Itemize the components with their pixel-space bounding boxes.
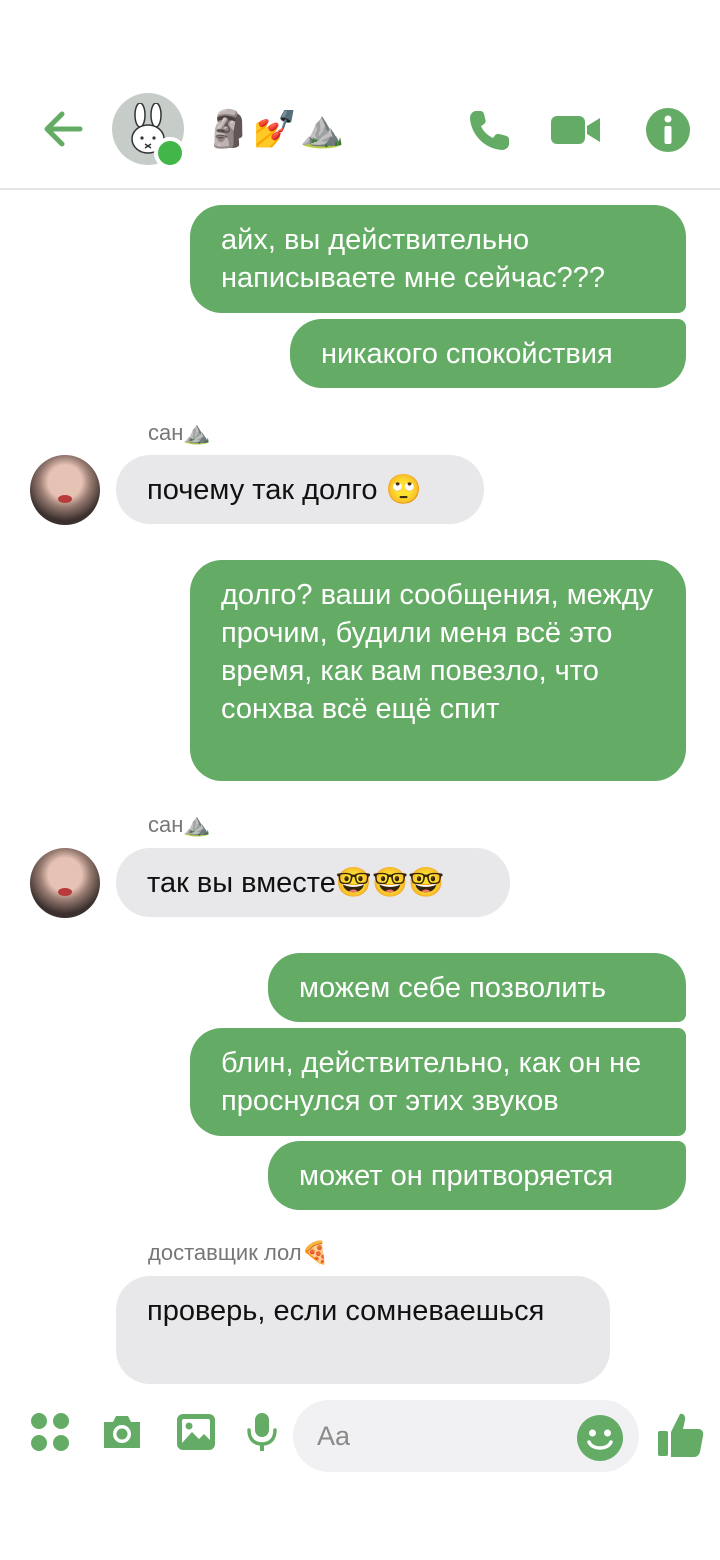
apps-icon[interactable] — [28, 1410, 72, 1454]
microphone-icon[interactable] — [242, 1410, 282, 1454]
message-bubble-outgoing[interactable]: можем себе позволить — [268, 953, 686, 1022]
message-bubble-incoming[interactable]: так вы вместе🤓🤓🤓 — [116, 848, 510, 917]
message-list[interactable]: айх, вы действительно написываете мне се… — [0, 192, 720, 1388]
message-bubble-outgoing[interactable]: никакого спокойствия — [290, 319, 686, 388]
sender-avatar[interactable] — [30, 455, 100, 525]
message-bubble-incoming[interactable]: почему так долго 🙄 — [116, 455, 484, 524]
message-bubble-outgoing[interactable]: блин, действительно, как он не проснулся… — [190, 1028, 686, 1136]
group-avatar[interactable] — [112, 93, 186, 169]
message-bubble-outgoing[interactable]: айх, вы действительно написываете мне се… — [190, 205, 686, 313]
message-bubble-incoming[interactable]: проверь, если сомневаешься — [116, 1276, 610, 1384]
sender-name: сан⛰️ — [148, 812, 211, 837]
back-arrow-icon[interactable] — [40, 106, 86, 152]
sender-name: доставщик лол🍕 — [148, 1240, 330, 1265]
emoji-icon[interactable] — [576, 1414, 624, 1462]
info-icon[interactable] — [644, 106, 692, 154]
message-bubble-outgoing[interactable]: может он притворяется — [268, 1141, 686, 1210]
video-camera-icon[interactable] — [550, 106, 602, 154]
phone-icon[interactable] — [466, 106, 514, 154]
thumbs-up-icon[interactable] — [656, 1410, 706, 1460]
camera-icon[interactable] — [100, 1410, 144, 1454]
chat-title[interactable]: 🗿💅⛰️ — [206, 108, 346, 152]
chat-header: 🗿💅⛰️ — [0, 0, 720, 190]
sender-name: сан⛰️ — [148, 420, 211, 445]
gallery-icon[interactable] — [174, 1410, 218, 1454]
sender-avatar[interactable] — [30, 848, 100, 918]
message-bubble-outgoing[interactable]: долго? ваши сообщения, между прочим, буд… — [190, 560, 686, 781]
online-status-dot — [154, 137, 186, 169]
message-composer — [0, 1388, 720, 1488]
